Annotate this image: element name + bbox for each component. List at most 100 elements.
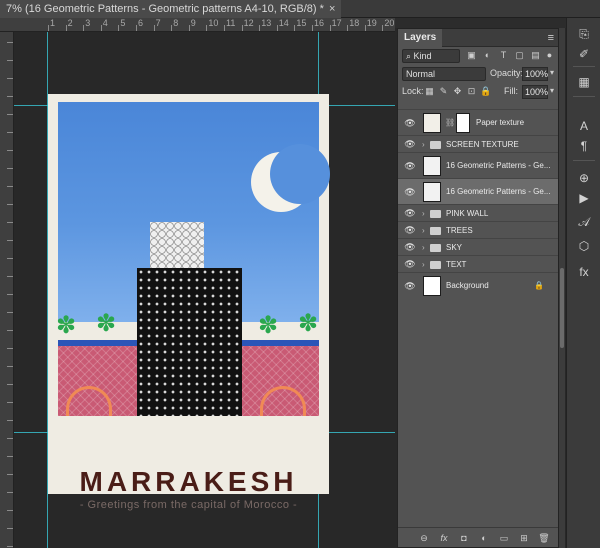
lock-transparent-icon[interactable]: ▦ bbox=[424, 86, 435, 97]
eye-icon[interactable]: 👁 bbox=[404, 205, 416, 222]
document-canvas[interactable]: ✽ ✽ ✽ ✽ MARRAKESH - Greetings from the c… bbox=[14, 32, 395, 548]
history-icon[interactable]: ⎘ bbox=[576, 26, 592, 42]
smart-object-thumbnail bbox=[423, 156, 441, 176]
layer-thumbnail bbox=[423, 113, 441, 133]
chevron-right-icon[interactable]: › bbox=[422, 136, 425, 153]
ruler-tick bbox=[153, 25, 155, 31]
tower-top-pattern bbox=[150, 222, 204, 270]
link-layers-icon[interactable]: ⊖ bbox=[418, 532, 430, 544]
chevron-right-icon[interactable]: › bbox=[422, 205, 425, 222]
layer-name: SKY bbox=[446, 243, 463, 252]
lock-image-icon[interactable]: ✎ bbox=[438, 86, 449, 97]
add-mask-icon[interactable]: ◘ bbox=[458, 532, 470, 544]
actions-icon[interactable]: ▶ bbox=[576, 190, 592, 206]
ruler-tick bbox=[65, 25, 67, 31]
tree-icon: ✽ bbox=[298, 310, 319, 337]
ruler-tick bbox=[7, 348, 13, 349]
opacity-input[interactable]: 100% bbox=[522, 67, 548, 81]
layer-row-paper-texture[interactable]: 👁 ⛓ Paper texture bbox=[398, 109, 558, 135]
eye-icon[interactable]: 👁 bbox=[404, 256, 416, 273]
filter-toggle-icon[interactable]: ● bbox=[544, 50, 555, 61]
fill-dropdown-icon[interactable]: ▾ bbox=[550, 86, 554, 95]
swatches-icon[interactable]: ▦ bbox=[576, 74, 592, 90]
layer-row-geometric-2-selected[interactable]: 👁 16 Geometric Patterns - Ge... bbox=[398, 178, 558, 204]
ruler-tick bbox=[294, 25, 296, 31]
brush-preset-icon[interactable]: ✐ bbox=[576, 46, 592, 62]
ruler-tick bbox=[188, 25, 190, 31]
styles-icon[interactable]: fx bbox=[576, 264, 592, 280]
ruler-tick bbox=[382, 25, 384, 31]
layer-row-geometric-1[interactable]: 👁 16 Geometric Patterns - Ge... bbox=[398, 152, 558, 178]
ruler-tick bbox=[83, 25, 85, 31]
panel-menu-icon[interactable]: ≡ bbox=[548, 32, 554, 44]
blend-row: Normal Opacity: 100% ▾ bbox=[398, 65, 558, 83]
new-layer-icon[interactable]: ⊞ bbox=[518, 532, 530, 544]
clone-source-icon[interactable]: ⊕ bbox=[576, 170, 592, 186]
glyphs-icon[interactable]: 𝒜 bbox=[576, 214, 592, 230]
tree-icon: ✽ bbox=[96, 310, 117, 337]
layers-tab[interactable]: Layers bbox=[398, 29, 443, 47]
scrollbar-thumb[interactable] bbox=[560, 268, 564, 348]
mask-link-icon[interactable]: ⛓ bbox=[445, 110, 455, 136]
adjustment-layer-icon[interactable]: ◐ bbox=[478, 532, 490, 544]
new-group-icon[interactable]: ▭ bbox=[498, 532, 510, 544]
opacity-dropdown-icon[interactable]: ▾ bbox=[550, 68, 554, 77]
chevron-right-icon[interactable]: › bbox=[422, 222, 425, 239]
layer-row-trees[interactable]: 👁 › TREES bbox=[398, 221, 558, 238]
ruler-label: 4 bbox=[102, 18, 108, 28]
ruler-tick bbox=[48, 25, 49, 31]
layers-scrollbar[interactable] bbox=[559, 28, 565, 548]
paragraph-icon[interactable]: ¶ bbox=[576, 138, 592, 154]
lock-label: Lock: bbox=[402, 86, 424, 96]
eye-icon[interactable]: 👁 bbox=[404, 222, 416, 239]
eye-icon[interactable]: 👁 bbox=[404, 136, 416, 153]
ruler-tick bbox=[7, 114, 13, 115]
lock-artboard-icon[interactable]: ⊡ bbox=[466, 86, 477, 97]
eye-icon[interactable]: 👁 bbox=[404, 239, 416, 256]
lock-all-icon[interactable]: 🔒 bbox=[480, 86, 491, 97]
ruler-label: 6 bbox=[138, 18, 144, 28]
ruler-tick bbox=[7, 60, 13, 61]
ruler-tick bbox=[7, 312, 13, 313]
shape-filter-icon[interactable]: ▢ bbox=[514, 50, 525, 61]
ruler-label: 2 bbox=[67, 18, 73, 28]
kind-filter-select[interactable]: ⌕ Kind bbox=[402, 49, 460, 63]
ruler-tick bbox=[276, 25, 278, 31]
delete-layer-icon[interactable]: 🗑 bbox=[538, 532, 550, 544]
layer-row-text[interactable]: 👁 › TEXT bbox=[398, 255, 558, 272]
type-filter-icon[interactable]: T bbox=[498, 50, 509, 61]
panel-icon-column: ⎘ ✐ ▦ A ¶ ⊕ ▶ 𝒜 ⬡ fx bbox=[566, 18, 600, 548]
tool-divider bbox=[573, 66, 595, 67]
ruler-label: 10 bbox=[208, 18, 219, 28]
ruler-tick bbox=[7, 96, 13, 97]
layer-row-pink-wall[interactable]: 👁 › PINK WALL bbox=[398, 204, 558, 221]
eye-icon[interactable]: 👁 bbox=[404, 179, 416, 205]
close-tab-icon[interactable]: × bbox=[329, 3, 335, 15]
ruler-label: 18 bbox=[349, 18, 360, 28]
layer-name: TEXT bbox=[446, 260, 467, 269]
fx-icon[interactable]: fx bbox=[438, 532, 450, 544]
image-filter-icon[interactable]: ▣ bbox=[466, 50, 477, 61]
layer-row-background[interactable]: 👁 Background 🔒 bbox=[398, 272, 558, 298]
layer-row-sky[interactable]: 👁 › SKY bbox=[398, 238, 558, 255]
layer-name: SCREEN TEXTURE bbox=[446, 140, 519, 149]
blend-mode-select[interactable]: Normal bbox=[402, 67, 486, 81]
lock-position-icon[interactable]: ✥ bbox=[452, 86, 463, 97]
document-tab[interactable]: 7% (16 Geometric Patterns - Geometric pa… bbox=[0, 0, 342, 18]
3d-icon[interactable]: ⬡ bbox=[576, 238, 592, 254]
eye-icon[interactable]: 👁 bbox=[404, 153, 416, 179]
eye-icon[interactable]: 👁 bbox=[404, 110, 416, 136]
horizontal-ruler[interactable]: 1 2 3 4 5 6 7 8 9 10 11 12 13 14 15 16 17 18 19 20 bbox=[0, 18, 395, 32]
fill-input[interactable]: 100% bbox=[522, 85, 548, 99]
layer-mask-thumbnail[interactable] bbox=[456, 113, 470, 133]
smart-object-filter-icon[interactable]: ▤ bbox=[530, 50, 541, 61]
character-icon[interactable]: A bbox=[576, 118, 592, 134]
chevron-right-icon[interactable]: › bbox=[422, 256, 425, 273]
ruler-tick bbox=[118, 25, 120, 31]
chevron-right-icon[interactable]: › bbox=[422, 239, 425, 256]
layer-row-screen-texture[interactable]: 👁 › SCREEN TEXTURE bbox=[398, 135, 558, 152]
eye-icon[interactable]: 👁 bbox=[404, 273, 416, 299]
fill-label: Fill: bbox=[504, 86, 518, 96]
adjustment-filter-icon[interactable]: ◐ bbox=[482, 50, 493, 61]
vertical-ruler[interactable] bbox=[0, 32, 14, 548]
